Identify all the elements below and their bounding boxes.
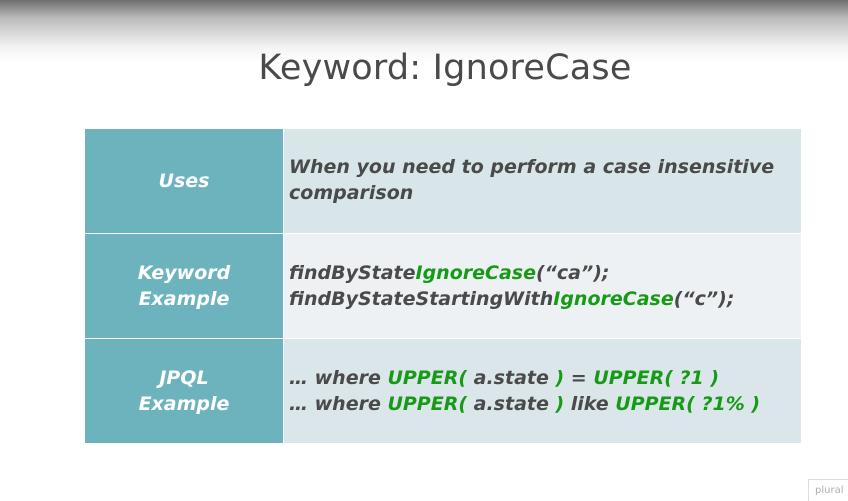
keyword-table: Uses When you need to perform a case ins…: [85, 129, 801, 443]
keyword-example-line-2: findByStateStartingWithIgnoreCase(“c”);: [289, 286, 734, 312]
row-header-label: JPQL: [159, 367, 209, 389]
jpql-field: a.state: [467, 393, 556, 415]
pluralsight-watermark: plural: [808, 479, 848, 501]
method-args: (“ca”);: [535, 262, 610, 284]
method-prefix: findByState: [289, 262, 416, 284]
row-header-label: Example: [138, 288, 230, 310]
jpql-where: … where: [289, 393, 388, 415]
jpql-field: a.state: [467, 367, 556, 389]
ignorecase-keyword: IgnoreCase: [553, 288, 674, 310]
ignorecase-keyword: IgnoreCase: [415, 262, 536, 284]
table-row-uses: Uses When you need to perform a case ins…: [85, 129, 801, 233]
jpql-operator: =: [564, 367, 594, 389]
upper-close: ): [555, 393, 565, 415]
jpql-example-line-1: … where UPPER( a.state ) = UPPER( ?1 ): [289, 365, 760, 391]
jpql-where: … where: [289, 367, 388, 389]
upper-open: UPPER(: [593, 367, 673, 389]
keyword-example-line-1: findByStateIgnoreCase(“ca”);: [289, 260, 734, 286]
method-prefix: findByStateStartingWith: [289, 288, 554, 310]
row-content-keyword-example: findByStateIgnoreCase(“ca”); findByState…: [284, 234, 801, 338]
row-content-jpql-example: … where UPPER( a.state ) = UPPER( ?1 ) ……: [284, 339, 801, 443]
uses-line-2: comparison: [289, 182, 414, 204]
upper-open: UPPER(: [387, 367, 468, 389]
upper-open: UPPER(: [615, 393, 695, 415]
upper-open: UPPER(: [387, 393, 468, 415]
slide-title: Keyword: IgnoreCase: [258, 48, 632, 88]
uses-line-1: When you need to perform a case insensit…: [289, 156, 775, 178]
jpql-operator: like: [564, 393, 616, 415]
row-header-jpql-example: JPQL Example: [85, 339, 284, 443]
slide: Keyword: IgnoreCase Uses When you need t…: [0, 0, 848, 501]
row-header-label: Keyword: [137, 262, 231, 284]
jpql-param: ?1: [672, 367, 711, 389]
row-header-label: Uses: [158, 170, 210, 192]
upper-close: ): [710, 367, 720, 389]
upper-close: ): [555, 367, 565, 389]
table-row-keyword-example: Keyword Example findByStateIgnoreCase(“c…: [85, 234, 801, 338]
method-args: (“c”);: [673, 288, 735, 310]
row-header-keyword-example: Keyword Example: [85, 234, 284, 338]
row-header-uses: Uses: [85, 129, 284, 233]
jpql-param: ?1%: [694, 393, 752, 415]
row-content-uses: When you need to perform a case insensit…: [284, 129, 801, 233]
table-row-jpql-example: JPQL Example … where UPPER( a.state ) = …: [85, 339, 801, 443]
upper-close: ): [751, 393, 761, 415]
row-header-label: Example: [138, 393, 230, 415]
jpql-example-line-2: … where UPPER( a.state ) like UPPER( ?1%…: [289, 391, 760, 417]
